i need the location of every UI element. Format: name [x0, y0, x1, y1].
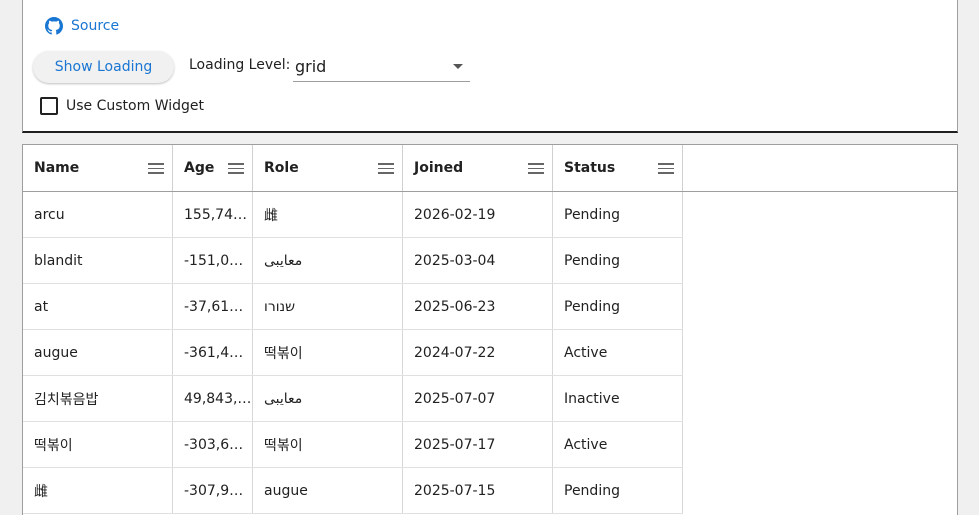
cell-role[interactable]: 떡볶이	[253, 422, 403, 467]
cell-age[interactable]: -37,61…	[173, 284, 253, 329]
cell-age[interactable]: -361,4…	[173, 330, 253, 375]
cell-age[interactable]: -307,9…	[173, 468, 253, 513]
column-header-label: Status	[564, 160, 616, 176]
column-header-label: Role	[264, 160, 299, 176]
source-link[interactable]: Source	[45, 16, 119, 36]
cell-age[interactable]: -303,6…	[173, 422, 253, 467]
column-menu-icon[interactable]	[228, 163, 244, 174]
cell-status[interactable]: Pending	[553, 192, 683, 237]
column-menu-icon[interactable]	[378, 163, 394, 174]
demo-controls-panel: Source Show Loading Loading Level: grid …	[22, 0, 958, 133]
cell-name[interactable]: 김치볶음밥	[23, 376, 173, 421]
cell-age[interactable]: -151,0…	[173, 238, 253, 283]
show-loading-button[interactable]: Show Loading	[33, 51, 174, 83]
cell-role[interactable]: معايبی	[253, 238, 403, 283]
cell-joined[interactable]: 2024-07-22	[403, 330, 553, 375]
column-header-age[interactable]: Age	[173, 145, 253, 191]
chevron-down-icon	[453, 64, 463, 69]
cell-name[interactable]: 雌	[23, 468, 173, 513]
cell-role[interactable]: 雌	[253, 192, 403, 237]
cell-name[interactable]: at	[23, 284, 173, 329]
table-row[interactable]: arcu 155,74… 雌 2026-02-19 Pending	[23, 192, 683, 238]
table-row[interactable]: 김치볶음밥 49,843,… معايبی 2025-07-07 Inactiv…	[23, 376, 683, 422]
table-row[interactable]: 雌 -307,9… augue 2025-07-15 Pending	[23, 468, 683, 514]
custom-widget-checkbox[interactable]	[40, 97, 58, 115]
column-menu-icon[interactable]	[658, 163, 674, 174]
cell-joined[interactable]: 2025-06-23	[403, 284, 553, 329]
column-menu-icon[interactable]	[528, 163, 544, 174]
cell-name[interactable]: augue	[23, 330, 173, 375]
cell-age[interactable]: 155,74…	[173, 192, 253, 237]
cell-role[interactable]: معايبی	[253, 376, 403, 421]
column-header-label: Age	[184, 160, 215, 176]
cell-joined[interactable]: 2025-07-07	[403, 376, 553, 421]
cell-status[interactable]: Pending	[553, 468, 683, 513]
table-row[interactable]: 떡볶이 -303,6… 떡볶이 2025-07-17 Active	[23, 422, 683, 468]
table-row[interactable]: at -37,61… שנורו 2025-06-23 Pending	[23, 284, 683, 330]
cell-status[interactable]: Pending	[553, 238, 683, 283]
cell-status[interactable]: Pending	[553, 284, 683, 329]
table-row[interactable]: augue -361,4… 떡볶이 2024-07-22 Active	[23, 330, 683, 376]
column-header-label: Name	[34, 160, 80, 176]
column-menu-icon[interactable]	[148, 163, 164, 174]
cell-name[interactable]: arcu	[23, 192, 173, 237]
column-header-label: Joined	[414, 160, 464, 176]
column-header-role[interactable]: Role	[253, 145, 403, 191]
loading-level-select[interactable]: grid	[293, 50, 470, 82]
cell-status[interactable]: Active	[553, 422, 683, 467]
cell-joined[interactable]: 2025-07-15	[403, 468, 553, 513]
loading-level-value: grid	[295, 57, 327, 76]
column-header-name[interactable]: Name	[23, 145, 173, 191]
cell-role[interactable]: 떡볶이	[253, 330, 403, 375]
cell-role[interactable]: augue	[253, 468, 403, 513]
grid-body: arcu 155,74… 雌 2026-02-19 Pending blandi…	[23, 192, 683, 514]
cell-age[interactable]: 49,843,…	[173, 376, 253, 421]
cell-joined[interactable]: 2026-02-19	[403, 192, 553, 237]
cell-joined[interactable]: 2025-07-17	[403, 422, 553, 467]
column-header-joined[interactable]: Joined	[403, 145, 553, 191]
custom-widget-toggle[interactable]: Use Custom Widget	[40, 96, 204, 116]
loading-level-label: Loading Level:	[189, 57, 291, 73]
data-grid: Name Age Role Joined Status arcu 155,74……	[22, 144, 958, 515]
cell-status[interactable]: Inactive	[553, 376, 683, 421]
column-header-status[interactable]: Status	[553, 145, 683, 191]
table-row[interactable]: blandit -151,0… معايبی 2025-03-04 Pendin…	[23, 238, 683, 284]
source-link-label: Source	[71, 18, 120, 34]
grid-header-row: Name Age Role Joined Status	[23, 145, 957, 192]
github-icon	[45, 17, 63, 35]
cell-status[interactable]: Active	[553, 330, 683, 375]
cell-role[interactable]: שנורו	[253, 284, 403, 329]
cell-joined[interactable]: 2025-03-04	[403, 238, 553, 283]
cell-name[interactable]: 떡볶이	[23, 422, 173, 467]
custom-widget-label: Use Custom Widget	[66, 98, 204, 114]
cell-name[interactable]: blandit	[23, 238, 173, 283]
